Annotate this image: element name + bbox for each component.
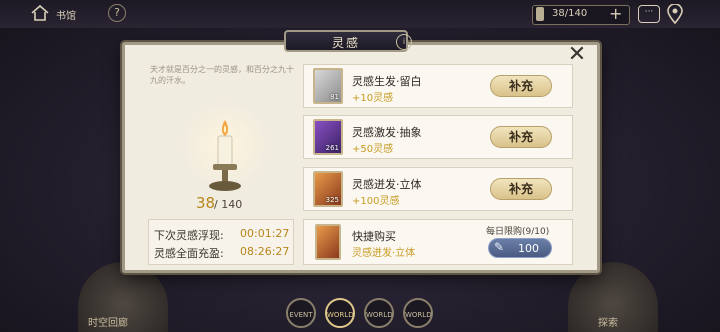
- quick-buy-item: 灵感迸发·立体: [352, 248, 416, 259]
- item-gain: +10灵感: [352, 93, 394, 104]
- item-gain: +50灵感: [352, 144, 394, 155]
- daily-limit: 每日限购(9/10): [486, 227, 550, 237]
- info-icon[interactable]: i: [396, 34, 412, 50]
- full-label: 灵感全面充盈:: [154, 247, 224, 260]
- event-button[interactable]: EVENT: [286, 298, 316, 328]
- cubist-painting-icon: [315, 224, 341, 260]
- inspiration-description: 天才就是百分之一的灵感，和百分之九十九的汗水。: [150, 65, 294, 85]
- map-pin-icon[interactable]: [666, 3, 684, 25]
- replenish-button[interactable]: 补充: [490, 126, 552, 148]
- quick-buy-price: 100: [518, 242, 539, 255]
- item-qty: 261: [325, 144, 339, 152]
- replenish-button[interactable]: 补充: [490, 75, 552, 97]
- abstract-painting-icon: 261: [313, 119, 343, 155]
- blank-paper-icon: 81: [313, 68, 343, 104]
- next-timer: 00:01:27: [240, 227, 290, 240]
- home-icon[interactable]: [30, 3, 50, 23]
- explore-label: 探索: [598, 318, 618, 329]
- item-gain: +100灵感: [352, 196, 400, 207]
- resource-count: 38/140: [552, 8, 588, 19]
- next-label: 下次灵感浮现:: [154, 229, 224, 242]
- help-icon[interactable]: ?: [108, 4, 126, 22]
- item-qty: 325: [325, 196, 339, 204]
- close-button[interactable]: ✕: [566, 44, 588, 66]
- world-button-1[interactable]: WORLD: [325, 298, 355, 328]
- feather-icon: ✎: [494, 240, 505, 254]
- location-title: 书馆: [56, 11, 76, 22]
- add-resource-button[interactable]: +: [609, 4, 622, 23]
- quick-buy-title: 快捷购买: [352, 230, 396, 243]
- item-qty: 81: [330, 93, 339, 101]
- world-button-2[interactable]: WORLD: [364, 298, 394, 328]
- chat-icon[interactable]: ···: [638, 5, 660, 23]
- replenish-button[interactable]: 补充: [490, 178, 552, 200]
- cubist-painting-icon: 325: [313, 171, 343, 207]
- candle-icon: [200, 116, 250, 196]
- inspiration-current: 38: [196, 194, 216, 212]
- full-timer: 08:26:27: [240, 245, 290, 258]
- item-name: 灵感生发·留白: [352, 75, 422, 88]
- inspiration-max: / 140: [214, 198, 243, 211]
- dialog-title: 灵感: [331, 36, 360, 50]
- candle-resource-icon: [536, 7, 544, 21]
- item-name: 灵感激发·抽象: [352, 126, 422, 139]
- world-button-3[interactable]: WORLD: [403, 298, 433, 328]
- corridor-label: 时空回廊: [88, 318, 128, 329]
- item-name: 灵感迸发·立体: [352, 178, 422, 191]
